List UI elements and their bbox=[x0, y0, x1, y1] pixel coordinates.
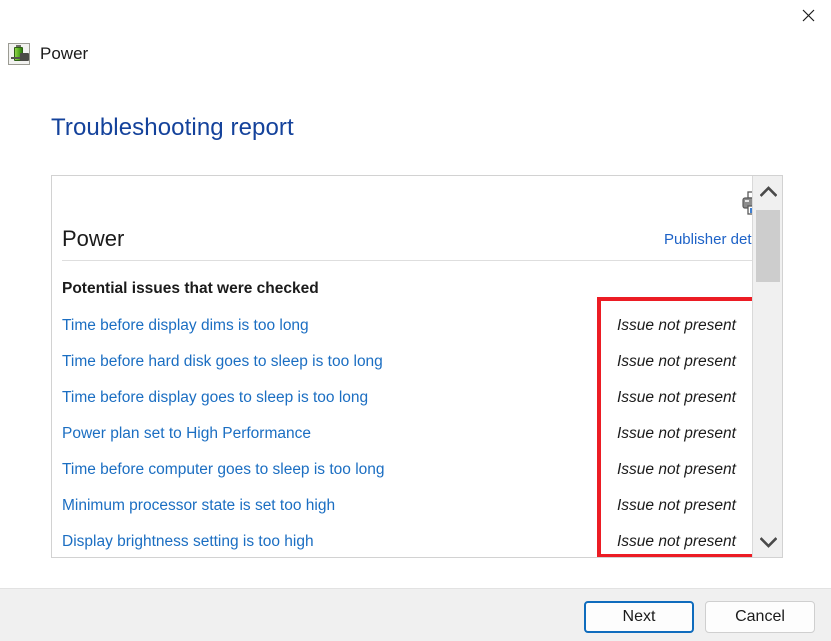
next-button[interactable]: Next bbox=[584, 601, 694, 633]
issue-row: Power plan set to High Performance Issue … bbox=[62, 420, 775, 456]
section-heading: Potential issues that were checked bbox=[62, 280, 319, 297]
report-header: Power Publisher details bbox=[62, 226, 774, 252]
issue-row: Time before hard disk goes to sleep is t… bbox=[62, 348, 775, 384]
issue-name-link[interactable]: Display brightness setting is too high bbox=[62, 528, 314, 556]
issue-name-link[interactable]: Power plan set to High Performance bbox=[62, 420, 311, 448]
app-header: Power bbox=[8, 43, 88, 65]
power-battery-icon bbox=[8, 43, 30, 65]
scroll-down-icon[interactable] bbox=[753, 527, 782, 557]
issue-row: Time before display dims is too long Issu… bbox=[62, 312, 775, 348]
dialog-footer: Next Cancel bbox=[0, 588, 831, 641]
issue-status-label: Issue not present bbox=[617, 389, 736, 406]
troubleshooting-report-panel: Power Publisher details Potential issues… bbox=[51, 175, 783, 558]
app-name-label: Power bbox=[40, 44, 89, 63]
header-divider bbox=[62, 260, 775, 261]
scroll-up-icon[interactable] bbox=[753, 176, 782, 206]
issue-row: Minimum processor state is set too high I… bbox=[62, 492, 775, 528]
issue-status-label: Issue not present bbox=[617, 353, 736, 370]
page-title: Troubleshooting report bbox=[51, 114, 294, 141]
issue-name-link[interactable]: Time before computer goes to sleep is to… bbox=[62, 456, 385, 484]
issue-row: Display brightness setting is too high Is… bbox=[62, 528, 775, 557]
issue-name-link[interactable]: Minimum processor state is set too high bbox=[62, 492, 335, 520]
issue-status-label: Issue not present bbox=[617, 461, 736, 478]
issue-status-label: Issue not present bbox=[617, 497, 736, 514]
cancel-button[interactable]: Cancel bbox=[705, 601, 815, 633]
issue-row: Time before computer goes to sleep is to… bbox=[62, 456, 775, 492]
issue-name-link[interactable]: Time before hard disk goes to sleep is t… bbox=[62, 348, 383, 376]
scrollbar-thumb[interactable] bbox=[756, 210, 780, 282]
issue-status-label: Issue not present bbox=[617, 317, 736, 334]
footer-button-group: Next Cancel bbox=[584, 601, 815, 633]
report-title: Power bbox=[62, 226, 125, 251]
title-bar bbox=[0, 0, 831, 32]
issue-list: Time before display dims is too long Issu… bbox=[62, 312, 775, 557]
issue-name-link[interactable]: Time before display dims is too long bbox=[62, 312, 309, 340]
issue-status-label: Issue not present bbox=[617, 533, 736, 550]
issue-row: Time before display goes to sleep is too… bbox=[62, 384, 775, 420]
close-icon[interactable] bbox=[785, 0, 831, 31]
issue-status-label: Issue not present bbox=[617, 425, 736, 442]
report-scrollbar[interactable] bbox=[752, 176, 782, 557]
issue-name-link[interactable]: Time before display goes to sleep is too… bbox=[62, 384, 368, 412]
